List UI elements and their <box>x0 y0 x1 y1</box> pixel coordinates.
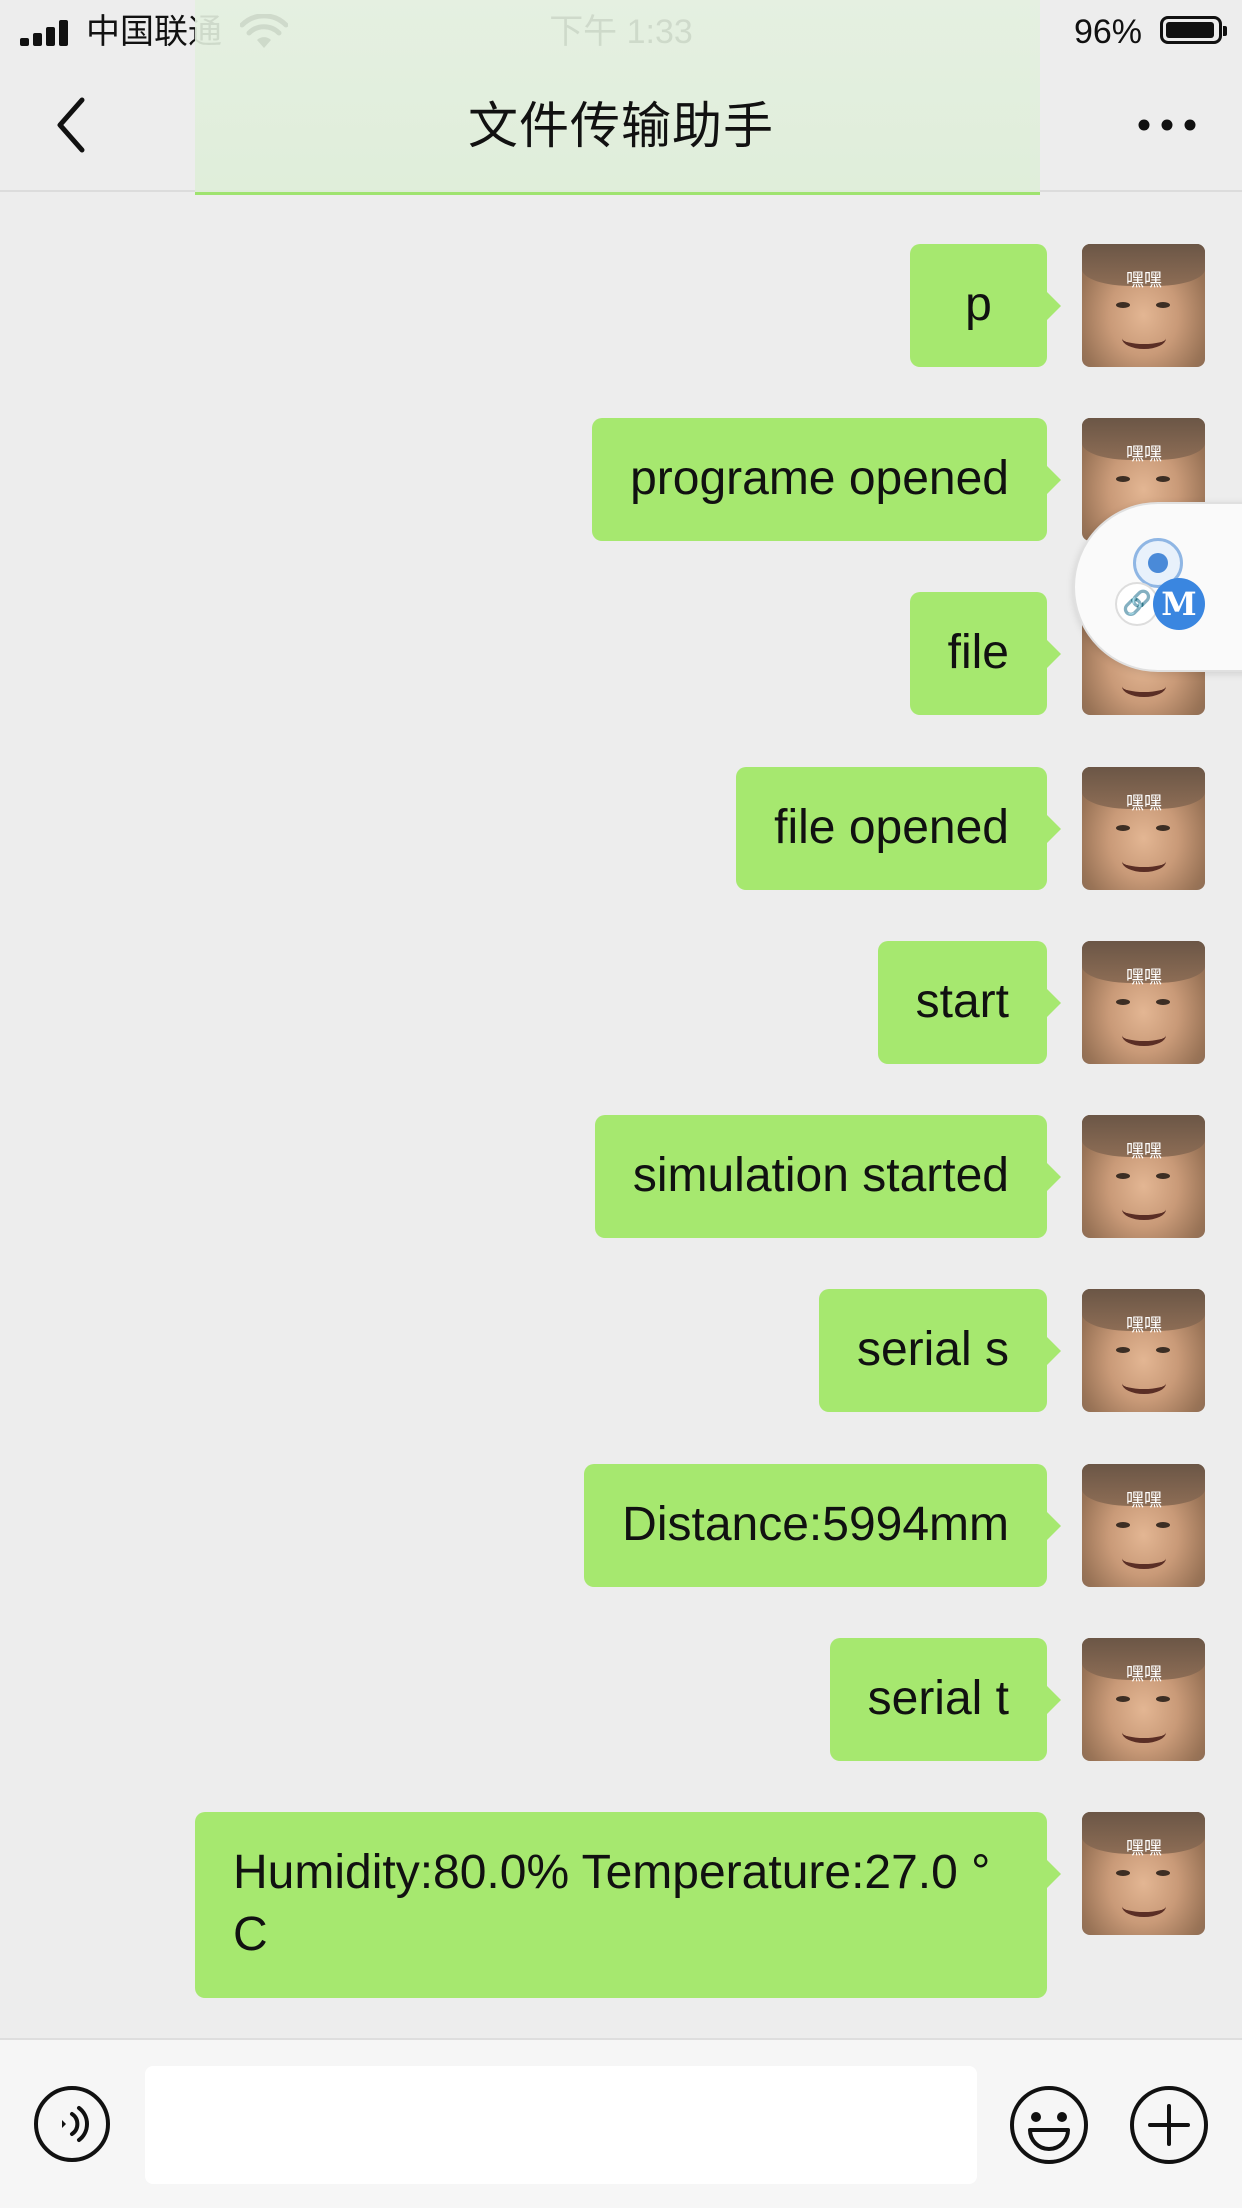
message-bubble[interactable]: p <box>910 244 1061 367</box>
message-bubble[interactable]: file opened <box>736 767 1061 890</box>
message-bubble[interactable]: start <box>877 941 1062 1064</box>
message-bubble[interactable]: file <box>909 592 1062 715</box>
plus-icon <box>1130 2086 1208 2164</box>
battery-fill <box>1166 22 1214 38</box>
avatar[interactable]: 嘿嘿 <box>1082 244 1205 367</box>
plus-button[interactable] <box>1128 2084 1210 2166</box>
voice-button[interactable] <box>32 2084 112 2164</box>
avatar[interactable]: 嘿嘿 <box>1082 1115 1205 1238</box>
more-button[interactable] <box>1132 90 1202 160</box>
avatar-tag: 嘿嘿 <box>1126 967 1162 988</box>
avatar[interactable]: 嘿嘿 <box>1082 1812 1205 1935</box>
input-bar <box>0 2038 1242 2208</box>
message-bubble[interactable]: programe opened <box>592 418 1061 541</box>
message-bubble[interactable]: serial s <box>818 1289 1062 1412</box>
message-bubble[interactable]: serial t <box>829 1638 1062 1761</box>
avatar-tag: 嘿嘿 <box>1126 444 1162 465</box>
battery-percent: 96% <box>1073 13 1142 51</box>
battery-icon <box>1160 16 1227 44</box>
message-bubble[interactable]: simulation started <box>594 1115 1062 1238</box>
avatar-tag: 嘿嘿 <box>1126 1315 1162 1336</box>
chat-area[interactable]: p 嘿嘿 programe opened 嘿嘿 file 嘿嘿 file ope… <box>0 192 1242 2038</box>
message-input[interactable] <box>145 2066 977 2184</box>
avatar-tag: 嘿嘿 <box>1126 793 1162 814</box>
avatar[interactable]: 嘿嘿 <box>1082 1289 1205 1412</box>
emoji-icon <box>1010 2086 1088 2164</box>
avatar[interactable]: 嘿嘿 <box>1082 1638 1205 1761</box>
nav-bar: 文件传输助手 <box>0 0 1242 195</box>
voice-icon <box>34 2086 110 2162</box>
emoji-button[interactable] <box>1008 2084 1090 2166</box>
floating-assistant-widget[interactable]: 🔗 M <box>1073 502 1242 672</box>
avatar-tag: 嘿嘿 <box>1126 1838 1162 1859</box>
m-badge-icon[interactable]: M <box>1153 578 1205 630</box>
more-horizontal-icon <box>1138 119 1196 131</box>
avatar-tag: 嘿嘿 <box>1126 1141 1162 1162</box>
message-bubble[interactable]: Humidity:80.0% Temperature:27.0 °C <box>195 1812 1061 1998</box>
avatar-tag: 嘿嘿 <box>1126 1490 1162 1511</box>
avatar-tag: 嘿嘿 <box>1126 270 1162 291</box>
avatar[interactable]: 嘿嘿 <box>1082 1464 1205 1587</box>
avatar[interactable]: 嘿嘿 <box>1082 767 1205 890</box>
avatar-tag: 嘿嘿 <box>1126 1664 1162 1685</box>
page-title: 文件传输助手 <box>468 98 774 154</box>
message-bubble[interactable]: Distance:5994mm <box>584 1464 1061 1587</box>
avatar[interactable]: 嘿嘿 <box>1082 941 1205 1064</box>
